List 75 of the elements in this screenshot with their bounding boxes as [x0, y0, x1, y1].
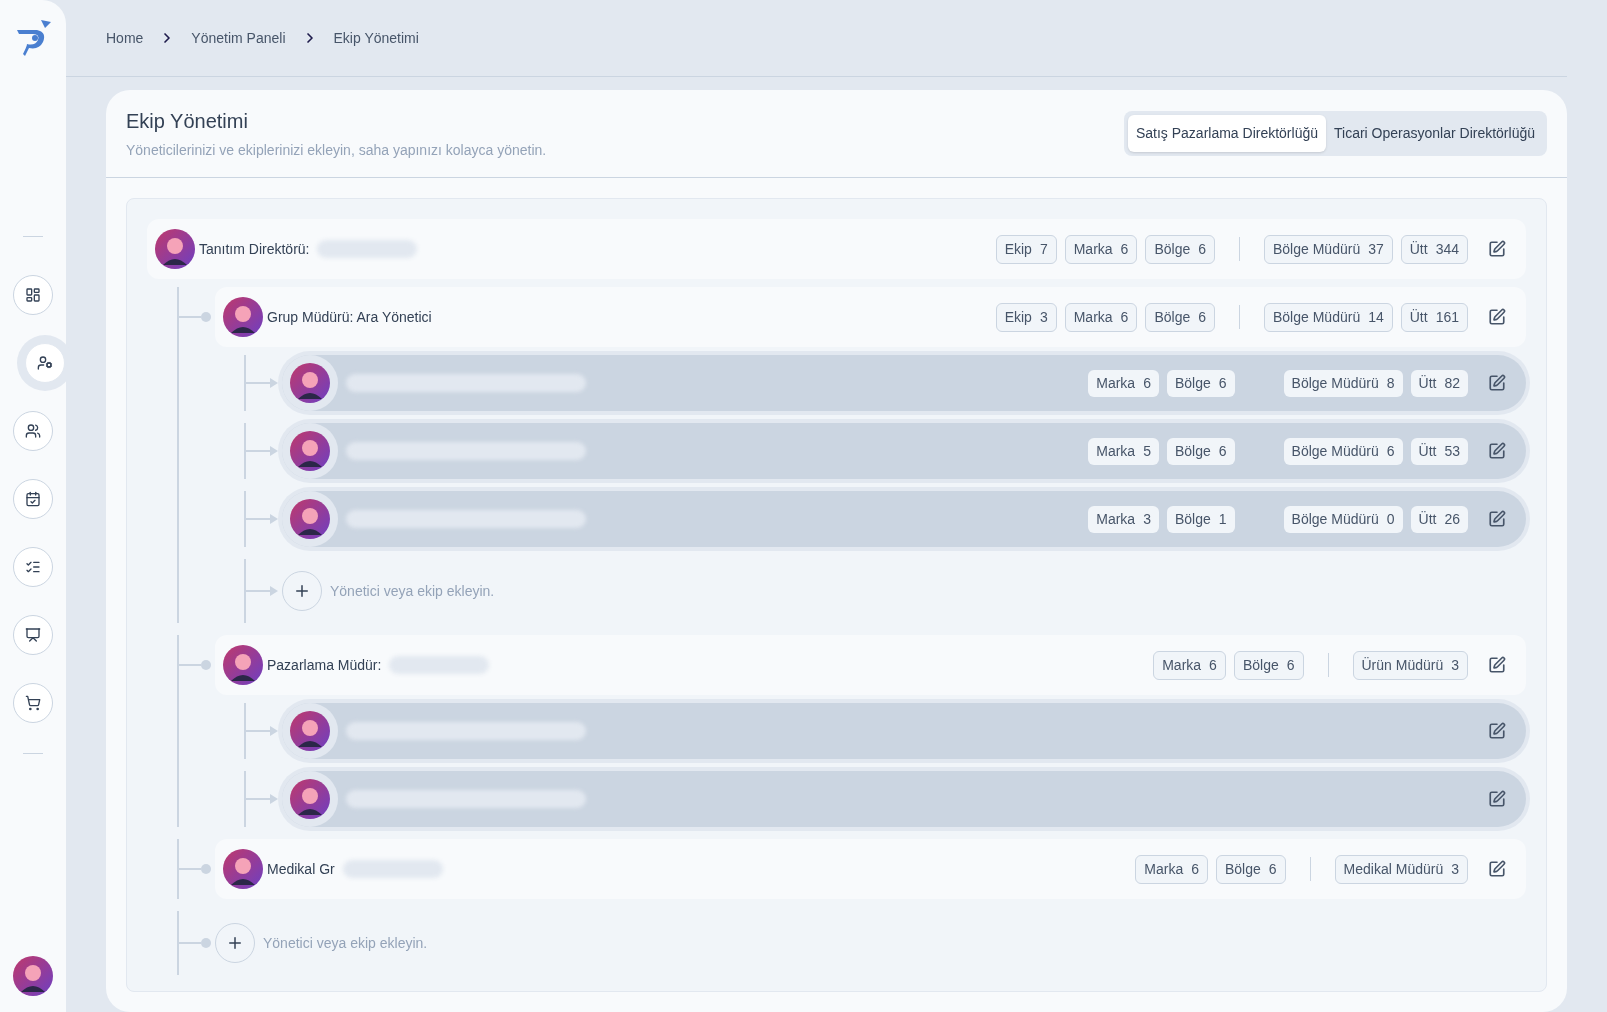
stat-chip: Bölge 6: [1233, 650, 1304, 680]
stat-chip: Bölge 6: [1145, 234, 1215, 264]
stat-chip: Bölge Müdürü 8: [1283, 369, 1403, 397]
edit-icon[interactable]: [1488, 240, 1506, 258]
stat-chip: Marka 6: [1153, 650, 1226, 680]
stat-chip: Ekip 3: [995, 302, 1057, 332]
edit-icon[interactable]: [1488, 442, 1506, 460]
stat-chip: Ütt 344: [1400, 234, 1468, 264]
stat-chip: Bölge 6: [1166, 369, 1235, 397]
sidebar-nav-button[interactable]: [13, 615, 53, 655]
calendar-icon: [25, 491, 41, 507]
manager-title: Medikal Gr: [267, 859, 335, 879]
plus-icon: [226, 934, 244, 952]
page-title: Ekip Yönetimi: [126, 109, 249, 134]
avatar-icon: [290, 363, 330, 403]
stat-chip: Bölge Müdürü 37: [1264, 234, 1393, 264]
checklist-icon: [25, 559, 41, 575]
stat-chip: Marka 3: [1088, 505, 1159, 533]
stat-chip: Ütt 26: [1410, 505, 1468, 533]
presentation-icon: [25, 627, 41, 643]
breadcrumb-link[interactable]: Yönetim Paneli: [191, 27, 286, 49]
stat-chip: Ekip 7: [995, 234, 1057, 264]
sidebar-nav-button[interactable]: [13, 275, 53, 315]
stat-chip: Ürün Müdürü 3: [1352, 650, 1468, 680]
sidebar-nav-button[interactable]: [13, 547, 53, 587]
stat-chip: Marka 6: [1088, 369, 1159, 397]
avatar-icon: [290, 711, 330, 751]
avatar-icon: [290, 779, 330, 819]
avatar-icon: [290, 431, 330, 471]
stat-chip: Ütt 53: [1410, 437, 1468, 465]
edit-icon[interactable]: [1488, 656, 1506, 674]
users-icon: [25, 423, 41, 439]
sidebar-nav-button[interactable]: [13, 479, 53, 519]
sidebar-nav-button[interactable]: [13, 411, 53, 451]
add-hint: Yönetici veya ekip ekleyin.: [330, 581, 495, 601]
edit-icon[interactable]: [1488, 374, 1506, 392]
page-subtitle: Yöneticilerinizi ve ekiplerinizi ekleyin, saha yapınızı kolayca yönetin.: [126, 141, 547, 160]
user-settings-icon: [37, 355, 53, 371]
breadcrumb-link[interactable]: Ekip Yönetimi: [333, 27, 419, 49]
add-hint: Yönetici veya ekip ekleyin.: [263, 933, 428, 953]
stat-chip: Bölge 6: [1145, 302, 1215, 332]
avatar-icon: [155, 229, 195, 269]
stat-chip: Bölge 1: [1166, 505, 1235, 533]
avatar-icon: [223, 645, 263, 685]
stat-chip: Bölge Müdürü 6: [1283, 437, 1403, 465]
stat-chip: Marka 6: [1064, 234, 1138, 264]
tab[interactable]: Ticari Operasyonlar Direktörlüğü: [1326, 115, 1543, 152]
breadcrumb-link[interactable]: Home: [106, 27, 144, 49]
stat-chip: Ütt 82: [1410, 369, 1468, 397]
plus-icon: [293, 582, 311, 600]
sidebar-nav-button[interactable]: [13, 683, 53, 723]
cart-icon: [25, 695, 41, 711]
edit-icon[interactable]: [1488, 860, 1506, 878]
stat-chip: Marka 6: [1135, 854, 1208, 884]
stat-chip: Marka 5: [1088, 437, 1159, 465]
stat-chip: Marka 6: [1064, 302, 1138, 332]
avatar-icon: [223, 849, 263, 889]
stat-chip: Medikal Müdürü 3: [1334, 854, 1468, 884]
stat-chip: Bölge 6: [1166, 437, 1235, 465]
avatar-icon: [223, 297, 263, 337]
manager-title: Pazarlama Müdür:: [267, 655, 382, 675]
stat-chip: Ütt 161: [1400, 302, 1468, 332]
manager-title: Grup Müdürü: Ara Yönetici: [267, 307, 432, 327]
edit-icon[interactable]: [1488, 308, 1506, 326]
avatar-icon: [13, 956, 53, 996]
tab[interactable]: Satış Pazarlama Direktörlüğü: [1127, 115, 1326, 152]
stat-chip: Bölge Müdürü 14: [1264, 302, 1393, 332]
edit-icon[interactable]: [1488, 790, 1506, 808]
edit-icon[interactable]: [1488, 510, 1506, 528]
dashboard-icon: [25, 287, 41, 303]
manager-title: Tanıtım Direktörü:: [199, 239, 310, 259]
avatar-icon: [290, 499, 330, 539]
stat-chip: Bölge 6: [1216, 854, 1286, 884]
stat-chip: Bölge Müdürü 0: [1283, 505, 1403, 533]
edit-icon[interactable]: [1488, 722, 1506, 740]
